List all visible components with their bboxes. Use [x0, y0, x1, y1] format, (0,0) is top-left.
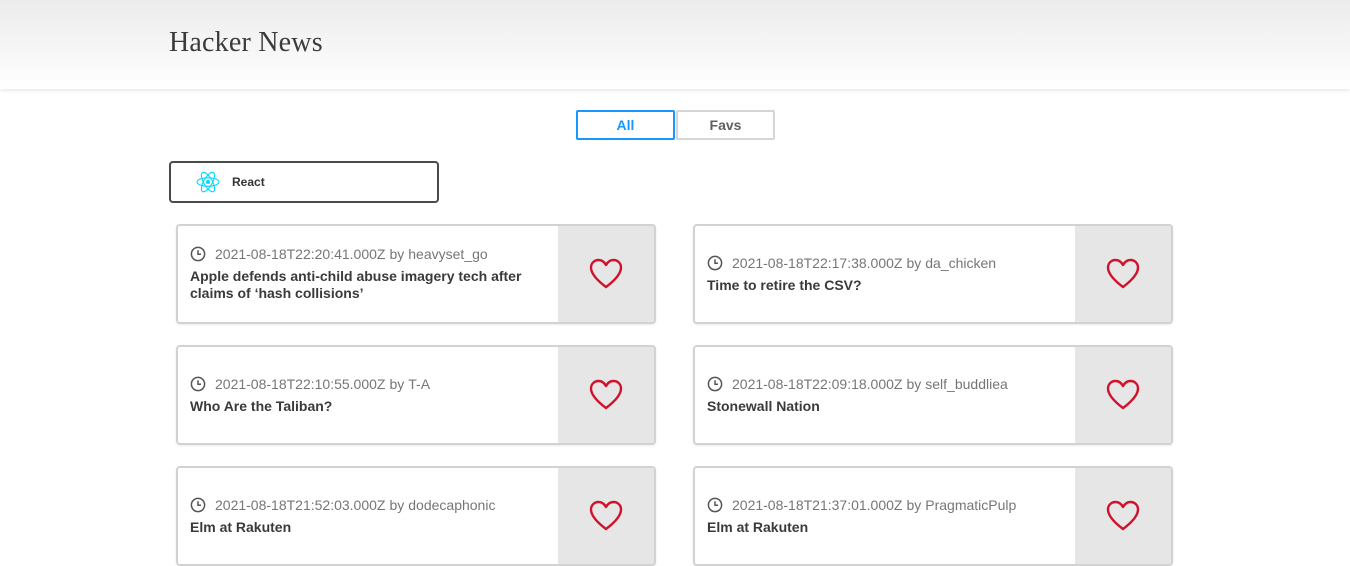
- favorite-button[interactable]: [558, 347, 654, 443]
- story-title: Apple defends anti-child abuse imagery t…: [190, 268, 522, 301]
- story-by: by: [389, 246, 405, 262]
- heart-icon: [1106, 379, 1140, 411]
- favorite-button[interactable]: [1075, 226, 1171, 322]
- clock-icon: [190, 376, 206, 392]
- story-by: by: [389, 375, 405, 392]
- story-link[interactable]: 2021-08-18T21:37:01.000Z by PragmaticPulp E…: [695, 468, 1077, 564]
- story-by: by: [906, 496, 922, 513]
- story-link[interactable]: 2021-08-18T22:09:18.000Z by self_buddliea S…: [695, 347, 1077, 443]
- story-link[interactable]: 2021-08-18T22:17:38.000Z by da_chicken Time…: [695, 226, 1077, 322]
- story-card: 2021-08-18T21:37:01.000Z by PragmaticPulp E…: [693, 466, 1173, 566]
- favorite-button[interactable]: [558, 226, 654, 322]
- tab-favs[interactable]: Favs: [676, 110, 775, 140]
- story-time: 2021-08-18T22:17:38.000Z: [732, 254, 903, 271]
- story-title: Time to retire the CSV?: [707, 276, 862, 293]
- story-card: 2021-08-18T22:17:38.000Z by da_chicken Time…: [693, 224, 1173, 324]
- story-meta: 2021-08-18T22:20:41.000Z by heavyset_go: [190, 246, 548, 262]
- heart-icon: [1106, 500, 1140, 532]
- clock-icon: [707, 255, 723, 271]
- framework-select[interactable]: React: [169, 161, 439, 203]
- story-time: 2021-08-18T21:52:03.000Z: [215, 496, 386, 513]
- story-author: self_buddliea: [925, 375, 1008, 392]
- story-meta: 2021-08-18T21:37:01.000Z by PragmaticPulp: [707, 497, 1065, 513]
- story-meta: 2021-08-18T21:52:03.000Z by dodecaphonic: [190, 497, 548, 513]
- story-title: Elm at Rakuten: [707, 518, 809, 535]
- story-time: 2021-08-18T22:09:18.000Z: [732, 375, 903, 392]
- story-title: Elm at Rakuten: [190, 518, 292, 535]
- app-header: Hacker News: [0, 0, 1350, 89]
- story-link[interactable]: 2021-08-18T22:20:41.000Z by heavyset_go App…: [178, 226, 560, 322]
- story-time: 2021-08-18T21:37:01.000Z: [732, 496, 903, 513]
- heart-icon: [1106, 258, 1140, 290]
- filter-tabs: All Favs: [576, 110, 775, 140]
- story-link[interactable]: 2021-08-18T22:10:55.000Z by T-A Who Are the…: [178, 347, 560, 443]
- story-meta: 2021-08-18T22:09:18.000Z by self_buddliea: [707, 376, 1065, 392]
- favorite-button[interactable]: [1075, 347, 1171, 443]
- app-title: Hacker News: [169, 27, 323, 58]
- story-author: T-A: [408, 375, 431, 392]
- react-icon: [196, 170, 220, 194]
- story-title: Who Are the Taliban?: [190, 397, 333, 414]
- story-meta: 2021-08-18T22:10:55.000Z by T-A: [190, 376, 548, 392]
- story-meta: 2021-08-18T22:17:38.000Z by da_chicken: [707, 255, 1065, 271]
- heart-icon: [589, 379, 623, 411]
- story-author: dodecaphonic: [408, 496, 496, 513]
- clock-icon: [707, 497, 723, 513]
- story-card: 2021-08-18T22:10:55.000Z by T-A Who Are the…: [176, 345, 656, 445]
- story-card: 2021-08-18T22:20:41.000Z by heavyset_go App…: [176, 224, 656, 324]
- favorite-button[interactable]: [1075, 468, 1171, 564]
- tab-all[interactable]: All: [576, 110, 675, 140]
- story-card: 2021-08-18T22:09:18.000Z by self_buddliea S…: [693, 345, 1173, 445]
- clock-icon: [190, 497, 206, 513]
- heart-icon: [589, 258, 623, 290]
- heart-icon: [589, 500, 623, 532]
- story-time: 2021-08-18T22:10:55.000Z: [215, 375, 386, 392]
- clock-icon: [707, 376, 723, 392]
- story-author: da_chicken: [925, 254, 997, 271]
- favorite-button[interactable]: [558, 468, 654, 564]
- story-by: by: [389, 496, 405, 513]
- story-by: by: [906, 254, 922, 271]
- story-title: Stonewall Nation: [707, 397, 820, 414]
- framework-label: React: [232, 175, 265, 189]
- story-time: 2021-08-18T22:20:41.000Z: [215, 246, 386, 262]
- story-link[interactable]: 2021-08-18T21:52:03.000Z by dodecaphonic El…: [178, 468, 560, 564]
- story-by: by: [906, 375, 922, 392]
- story-card: 2021-08-18T21:52:03.000Z by dodecaphonic El…: [176, 466, 656, 566]
- clock-icon: [190, 246, 206, 262]
- story-author: PragmaticPulp: [925, 496, 1017, 513]
- story-author: heavyset_go: [408, 246, 488, 262]
